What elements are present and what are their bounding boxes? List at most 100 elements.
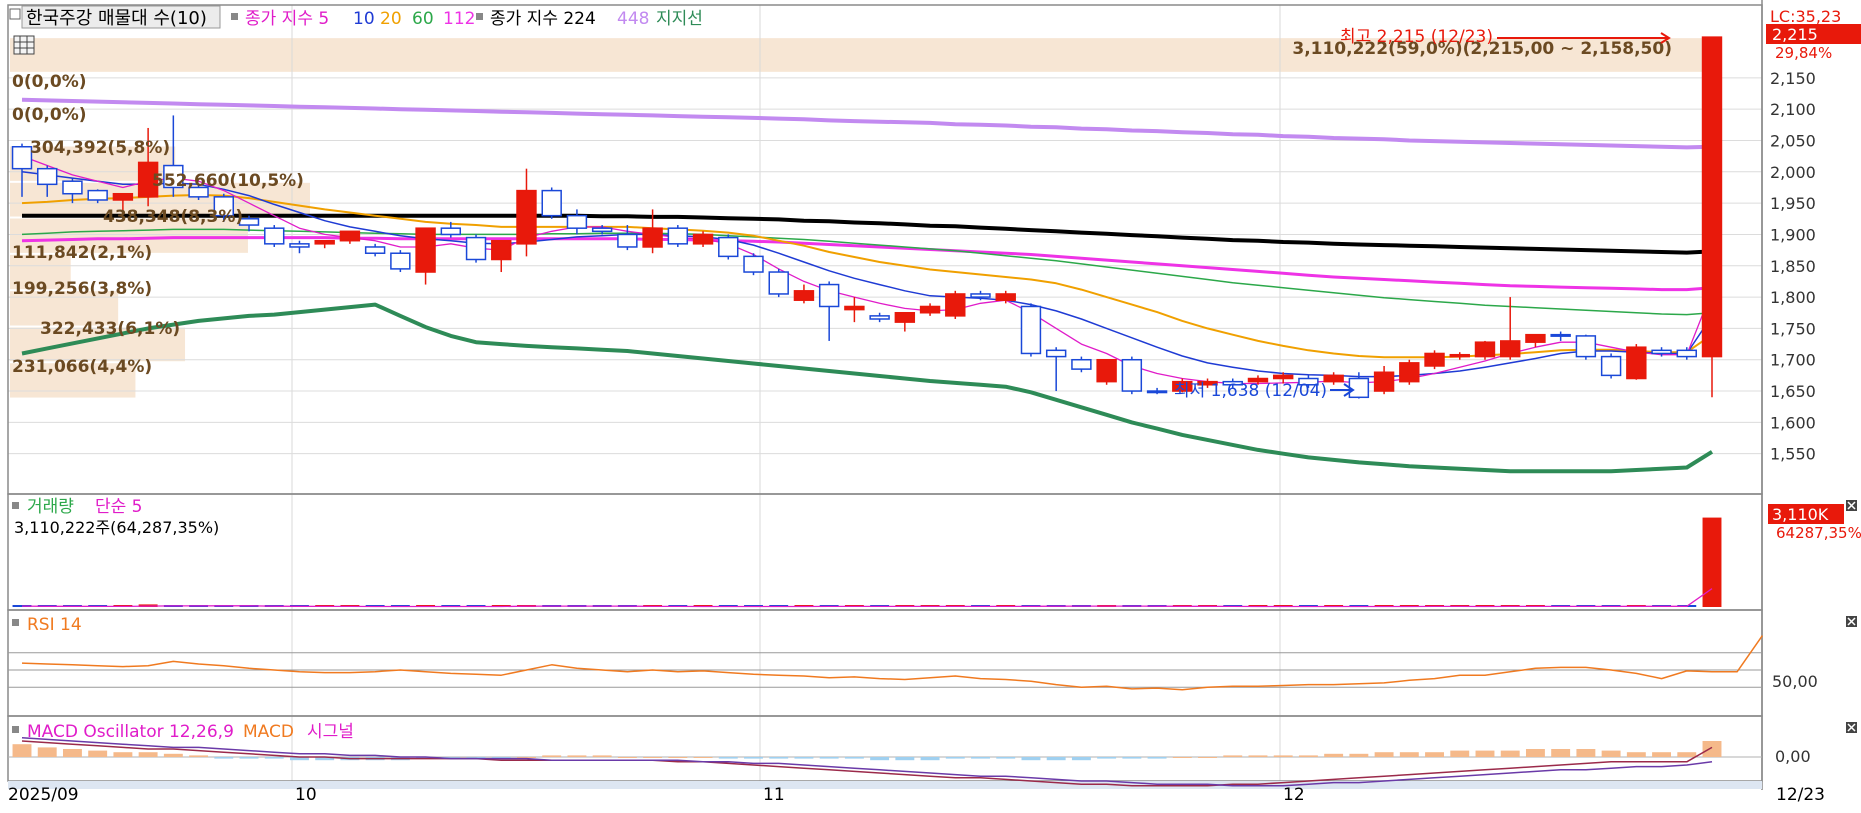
macd-histogram-bar: [794, 757, 814, 759]
legend-bullet-icon: [12, 502, 19, 509]
support-legend[interactable]: 지지선: [656, 9, 703, 29]
lc-label: LC:35,23: [1770, 7, 1841, 26]
y-tick-label: 1,600: [1770, 413, 1816, 432]
macd-histogram-bar: [1702, 741, 1722, 757]
macd-histogram-bar: [1273, 755, 1293, 757]
candle-body: [289, 243, 310, 248]
candle-body: [1626, 346, 1647, 380]
macd-label[interactable]: MACD: [243, 722, 294, 742]
candle-body: [566, 214, 588, 229]
macd-histogram-bar: [996, 757, 1016, 759]
macd-histogram-bar: [668, 757, 688, 758]
ma5-legend[interactable]: 종가 지수 5: [245, 9, 329, 29]
macd-histogram-bar: [945, 757, 965, 759]
volume-readout: 3,110,222주(64,287,35%): [14, 518, 219, 537]
close-icon[interactable]: [1846, 500, 1857, 511]
macd-histogram-bar: [1626, 752, 1646, 757]
macd-histogram-bar: [88, 750, 108, 757]
macd-title[interactable]: MACD Oscillator 12,26,9: [27, 722, 234, 742]
candle-body: [1424, 352, 1445, 367]
ma448-legend[interactable]: 448: [617, 9, 649, 29]
ma-legend-bullet-icon: [476, 13, 483, 20]
candle-body: [718, 236, 739, 258]
macd-histogram-bar: [643, 757, 663, 758]
macd-histogram-bar: [1298, 755, 1318, 757]
x-axis-strip: [8, 781, 1762, 789]
x-axis-label: 12/23: [1776, 785, 1825, 805]
candle-body: [339, 230, 361, 242]
candle-body: [591, 227, 613, 233]
ma112-legend[interactable]: 112: [443, 9, 475, 29]
current-price: 2,215: [1772, 25, 1818, 44]
table-grid-icon[interactable]: [13, 35, 35, 55]
macd-histogram-bar: [1248, 755, 1268, 757]
y-tick-label: 1,650: [1770, 382, 1816, 401]
rsi-title[interactable]: RSI 14: [27, 615, 82, 635]
candle-body: [844, 305, 865, 311]
y-tick-label: 1,700: [1770, 351, 1816, 370]
ma20-legend[interactable]: 20: [380, 9, 402, 29]
candle-body: [1146, 390, 1168, 394]
candle-body: [1651, 349, 1672, 355]
ma10-legend[interactable]: 10: [353, 9, 375, 29]
candle-body: [1045, 349, 1067, 358]
candle-body: [945, 293, 966, 317]
macd-histogram-bar: [870, 757, 890, 761]
macd-histogram-bar: [592, 755, 612, 757]
macd-histogram-bar: [113, 752, 133, 757]
macd-histogram-bar: [1399, 752, 1419, 757]
signal-label[interactable]: 시그널: [307, 722, 354, 742]
candle-body: [970, 293, 991, 298]
macd-histogram-bar: [567, 755, 587, 757]
candle-body: [62, 180, 83, 195]
macd-histogram-bar: [1425, 752, 1444, 757]
candle-body: [1373, 371, 1395, 392]
macd-histogram-bar: [744, 757, 763, 759]
macd-histogram-bar: [1147, 757, 1167, 759]
macd-histogram-bar: [718, 757, 738, 759]
candle-body: [1071, 358, 1092, 370]
macd-histogram-bar: [1097, 757, 1117, 759]
candle-body: [1348, 377, 1370, 399]
x-axis-label: 2025/09: [8, 785, 79, 805]
macd-histogram-bar: [971, 757, 990, 759]
close-icon[interactable]: [1846, 616, 1857, 627]
profile-label: 304,392(5,8%): [30, 138, 170, 158]
candle-body: [112, 192, 134, 201]
macd-histogram-bar: [542, 755, 562, 757]
ma60-legend[interactable]: 60: [412, 9, 434, 29]
macd-ref-label: 0,00: [1775, 747, 1811, 766]
close-icon[interactable]: [1846, 722, 1857, 733]
macd-histogram-bar: [1551, 749, 1571, 757]
profile-label: 199,256(3,8%): [12, 279, 152, 299]
macd-histogram-bar: [1500, 750, 1520, 757]
current-change: 29,84%: [1775, 44, 1832, 62]
macd-histogram-bar: [1374, 752, 1394, 757]
candle-body: [642, 227, 663, 248]
x-axis-label: 12: [1283, 785, 1305, 805]
macd-histogram-bar: [920, 757, 940, 761]
candle-body: [692, 233, 714, 245]
ma224-legend[interactable]: 종가 지수 224: [490, 9, 596, 29]
candle-body: [37, 167, 58, 186]
y-tick-label: 1,900: [1770, 225, 1816, 244]
macd-histogram-bar: [1525, 749, 1545, 757]
candle-body: [541, 189, 562, 217]
macd-histogram-bar: [1122, 757, 1142, 759]
candle-body: [818, 283, 840, 308]
y-tick-label: 1,850: [1770, 257, 1816, 276]
candle-body: [1701, 36, 1723, 358]
macd-histogram-bar: [1677, 752, 1697, 757]
high-annotation: 최고 2,215 (12/23): [1340, 27, 1493, 47]
candle-body: [516, 189, 537, 245]
candle-body: [1500, 340, 1521, 358]
rsi-ref-label: 50,00: [1772, 672, 1818, 691]
stock-chart-canvas[interactable]: 1,550 1,600 1,650 1,700 1,750 1,800 1,850 1,900…: [0, 0, 1861, 813]
candle-body: [1020, 305, 1042, 355]
macd-histogram-bar: [264, 757, 284, 759]
volume-ma-legend[interactable]: 단순 5: [95, 497, 143, 517]
volume-title[interactable]: 거래량: [27, 497, 74, 517]
macd-histogram-bar: [844, 757, 864, 759]
candle-body: [415, 227, 436, 273]
candle-body: [617, 233, 638, 248]
